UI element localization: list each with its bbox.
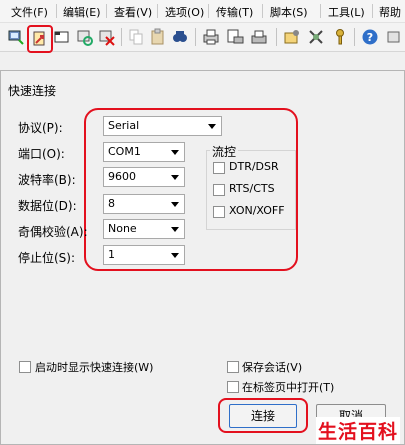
menu-view[interactable]: 查看(V): [114, 4, 152, 20]
print-icon-2[interactable]: [249, 27, 269, 47]
save-session-checkbox[interactable]: [227, 361, 239, 373]
print-setup-icon[interactable]: [225, 27, 245, 47]
port-label: 端口(O):: [18, 147, 65, 161]
find-icon[interactable]: [170, 27, 190, 47]
toolbar-separator: [195, 28, 196, 46]
databits-value: 8: [108, 197, 115, 210]
key-icon[interactable]: [330, 27, 350, 47]
chevron-down-icon: [171, 175, 179, 180]
toolbar-separator: [354, 28, 355, 46]
reconnect-icon[interactable]: [74, 27, 94, 47]
parity-label: 奇偶校验(A):: [18, 225, 88, 239]
disconnect-icon[interactable]: [96, 27, 116, 47]
menu-separator: [372, 4, 373, 18]
chevron-down-icon: [171, 150, 179, 155]
parity-select[interactable]: None: [103, 219, 185, 239]
open-in-tab-label: 在标签页中打开(T): [242, 381, 335, 394]
menu-separator: [320, 4, 321, 18]
databits-label: 数据位(D):: [18, 199, 77, 213]
quick-connect-icon[interactable]: [27, 25, 53, 53]
baud-select[interactable]: 9600: [103, 167, 185, 187]
chevron-down-icon: [171, 253, 179, 258]
connect-button[interactable]: 连接: [229, 404, 297, 428]
rts-cts-checkbox[interactable]: [213, 184, 225, 196]
toolbar-separator: [276, 28, 277, 46]
protocol-value: Serial: [108, 119, 140, 132]
menu-separator: [157, 4, 158, 18]
dtr-dsr-label: DTR/DSR: [229, 160, 279, 173]
toolbar: ?: [0, 23, 405, 53]
copy-icon[interactable]: [126, 27, 146, 47]
menu-script[interactable]: 脚本(S): [270, 4, 308, 20]
show-on-startup-label: 启动时显示快速连接(W): [35, 361, 154, 374]
databits-select[interactable]: 8: [103, 194, 185, 214]
stopbits-value: 1: [108, 248, 115, 261]
svg-text:?: ?: [367, 31, 373, 44]
open-in-tab-checkbox[interactable]: [227, 381, 239, 393]
menu-separator: [208, 4, 209, 18]
menu-options[interactable]: 选项(O): [165, 4, 204, 20]
keymap-icon[interactable]: [306, 27, 326, 47]
stopbits-select[interactable]: 1: [103, 245, 185, 265]
menu-bar: 文件(F) 编辑(E) 查看(V) 选项(O) 传输(T) 脚本(S) 工具(L…: [0, 0, 405, 23]
watermark: 生活百科: [316, 417, 401, 444]
chevron-down-icon: [171, 202, 179, 207]
baud-label: 波特率(B):: [18, 173, 76, 187]
print-icon[interactable]: [201, 27, 221, 47]
help-icon[interactable]: ?: [360, 27, 380, 47]
connect-icon[interactable]: [6, 27, 26, 47]
dialog-title: 快速连接: [8, 84, 57, 98]
parity-value: None: [108, 222, 137, 235]
protocol-label: 协议(P):: [18, 121, 63, 135]
menu-file[interactable]: 文件(F): [11, 4, 48, 20]
protocol-select[interactable]: Serial: [103, 116, 222, 136]
menu-separator: [56, 4, 57, 18]
chevron-down-icon: [171, 227, 179, 232]
rts-cts-label: RTS/CTS: [229, 182, 275, 195]
dtr-dsr-checkbox[interactable]: [213, 162, 225, 174]
menu-edit[interactable]: 编辑(E): [63, 4, 101, 20]
chevron-down-icon: [208, 124, 216, 129]
menu-separator: [262, 4, 263, 18]
port-value: COM1: [108, 145, 141, 158]
show-on-startup-checkbox[interactable]: [19, 361, 31, 373]
menu-help[interactable]: 帮助: [379, 4, 401, 20]
stopbits-label: 停止位(S):: [18, 251, 76, 265]
baud-value: 9600: [108, 170, 136, 183]
port-select[interactable]: COM1: [103, 142, 185, 162]
connect-tab-icon[interactable]: [52, 27, 72, 47]
session-options-icon[interactable]: [282, 27, 302, 47]
menu-separator: [106, 4, 107, 18]
save-session-label: 保存会话(V): [242, 361, 303, 374]
xon-xoff-checkbox[interactable]: [213, 206, 225, 218]
paste-icon[interactable]: [148, 27, 168, 47]
menu-tools[interactable]: 工具(L): [328, 4, 365, 20]
toolbar-separator: [121, 28, 122, 46]
toolbar-overflow-icon[interactable]: [384, 27, 404, 47]
menu-transfer[interactable]: 传输(T): [216, 4, 253, 20]
connect-button-label: 连接: [250, 409, 275, 423]
xon-xoff-label: XON/XOFF: [229, 204, 285, 217]
flow-control-title: 流控: [210, 143, 239, 160]
